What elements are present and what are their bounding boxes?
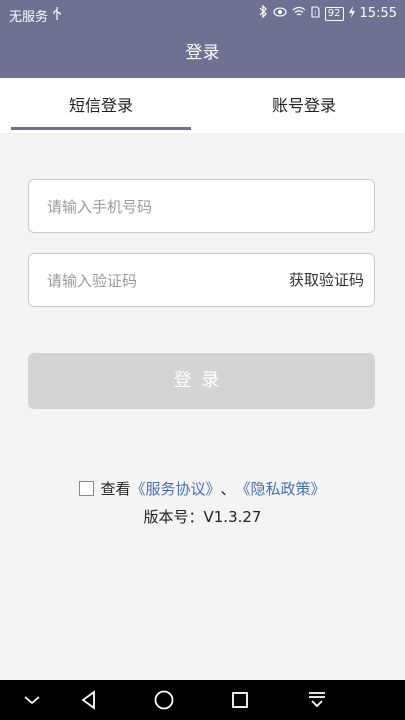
version-text: 版本号：V1.3.27 (143, 508, 262, 526)
usb-icon (52, 7, 62, 24)
verification-code-input[interactable] (45, 254, 269, 308)
agreement-checkbox[interactable] (79, 480, 95, 496)
carrier-text: 无服务 (9, 10, 49, 25)
agreement-row: 查看 《服务协议》 、 《隐私政策》 (0, 477, 405, 499)
status-left: 无服务 (9, 6, 62, 25)
system-nav-bar (0, 680, 405, 720)
back-triangle-icon[interactable] (77, 688, 101, 712)
tab-account-login[interactable]: 账号登录 (214, 78, 394, 133)
clock-time: 15:55 (359, 6, 397, 21)
chevron-down-icon[interactable] (20, 688, 44, 712)
wifi-icon (292, 6, 306, 21)
privacy-policy-link[interactable]: 《隐私政策》 (236, 478, 326, 499)
tab-sms-login[interactable]: 短信登录 (11, 78, 191, 133)
login-tabs: 短信登录 账号登录 (0, 78, 405, 133)
notification-pull-icon[interactable] (305, 688, 329, 712)
eye-icon (273, 6, 287, 21)
charging-icon (348, 5, 355, 22)
svg-text:!: ! (314, 10, 316, 17)
recents-square-icon[interactable] (228, 688, 252, 712)
page-title: 登录 (0, 28, 405, 78)
status-bar: 无服务 ! 92 15:55 (0, 0, 405, 28)
code-input-box: 获取验证码 (28, 253, 375, 308)
status-right: ! 92 15:55 (259, 4, 397, 22)
login-screen: 无服务 ! 92 15:55 登录 短信登录 账号登录 请输入手机号码 请输入验… (0, 0, 405, 720)
sim-icon: ! (311, 5, 320, 22)
agreement-separator: 、 (220, 479, 236, 498)
battery-icon: 92 (324, 6, 344, 21)
home-circle-icon[interactable] (152, 688, 176, 712)
phone-input-box (28, 179, 375, 234)
active-tab-indicator (11, 127, 191, 130)
agreement-prefix: 查看 (100, 479, 131, 498)
bluetooth-icon (259, 4, 268, 22)
phone-input[interactable] (45, 180, 359, 234)
service-agreement-link[interactable]: 《服务协议》 (130, 478, 220, 499)
get-code-button[interactable]: 获取验证码 (289, 254, 364, 306)
login-button[interactable]: 登录 (28, 353, 375, 409)
